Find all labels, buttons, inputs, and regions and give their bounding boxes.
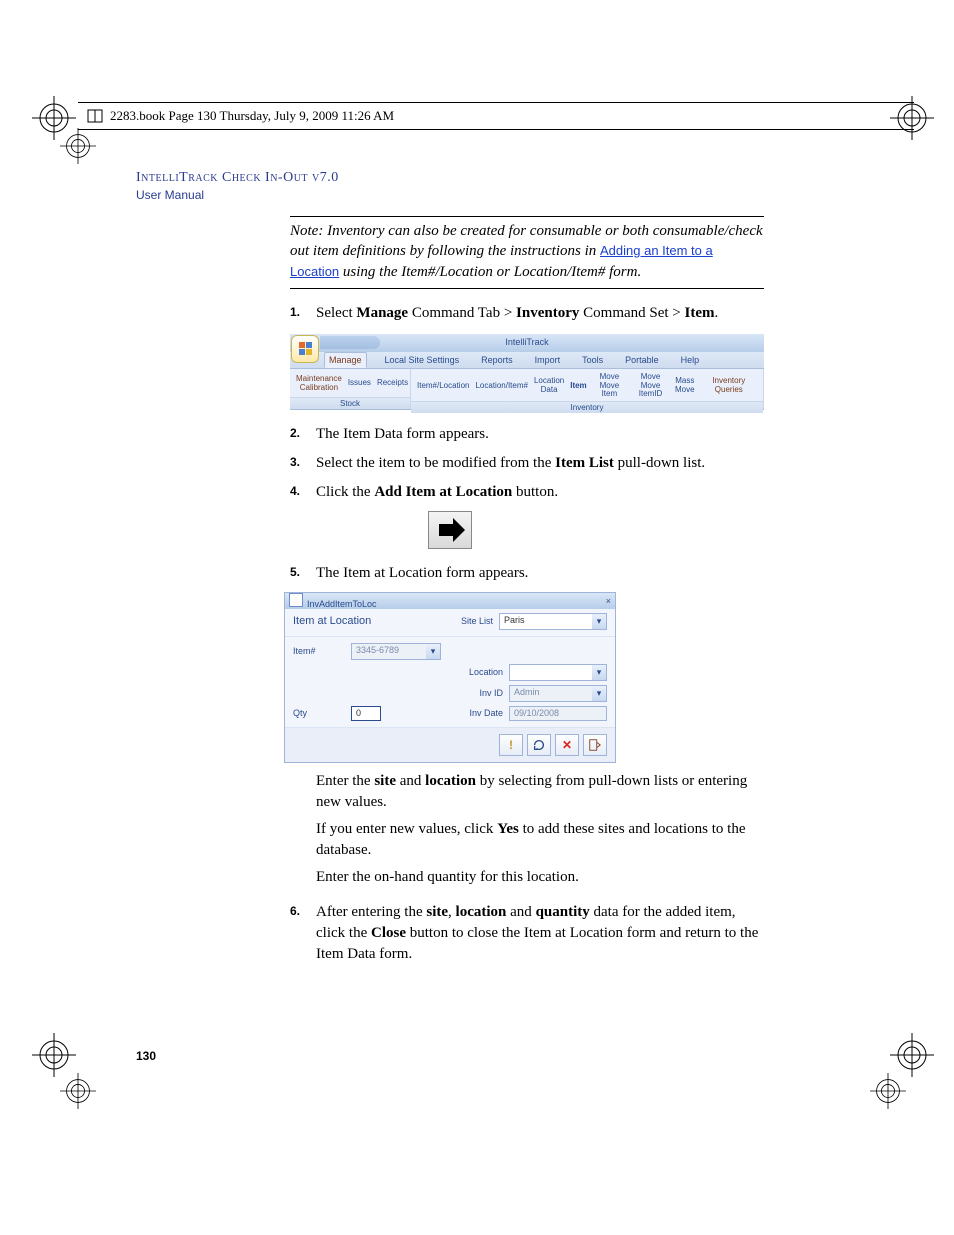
site-list-value: Paris xyxy=(500,614,592,629)
tab-local-site-settings[interactable]: Local Site Settings xyxy=(381,353,464,367)
step-number: 6. xyxy=(290,902,316,965)
note-block: Note: Inventory can also be created for … xyxy=(290,216,764,289)
inv-id-combo[interactable]: Admin ▾ xyxy=(509,685,607,702)
chevron-down-icon[interactable]: ▾ xyxy=(592,665,606,680)
step-3: 3. Select the item to be modified from t… xyxy=(290,453,764,474)
inv-id-label: Inv ID xyxy=(447,688,503,698)
tab-tools[interactable]: Tools xyxy=(578,353,607,367)
registration-mark-icon xyxy=(32,1033,76,1077)
ribbon-item-item[interactable]: Item xyxy=(570,380,586,391)
dialog-titlebar: InvAddItemToLoc × xyxy=(285,593,615,609)
step-5: 5. The Item at Location form appears. xyxy=(290,563,764,584)
ribbon-group-label: Inventory xyxy=(411,401,763,413)
crop-header: 2283.book Page 130 Thursday, July 9, 200… xyxy=(78,102,914,130)
step-4: 4. Click the Add Item at Location button… xyxy=(290,482,764,503)
running-head-subtitle: User Manual xyxy=(136,188,764,202)
ribbon-item[interactable]: Item#/Location xyxy=(417,380,469,391)
ribbon-item[interactable]: Move Move ItemID xyxy=(632,371,669,399)
inv-date-label: Inv Date xyxy=(447,708,503,718)
step-number: 3. xyxy=(290,453,316,474)
location-value xyxy=(510,665,592,680)
ribbon-item[interactable]: Location Data xyxy=(534,375,564,395)
item-combo[interactable]: 3345-6789 ▾ xyxy=(351,643,441,660)
registration-mark-icon xyxy=(870,1073,906,1109)
ribbon-item[interactable]: Inventory Queries xyxy=(701,375,757,395)
book-icon xyxy=(86,107,104,125)
step-number: 5. xyxy=(290,563,316,584)
ribbon-item[interactable]: Location/Item# xyxy=(475,380,527,391)
registration-mark-icon xyxy=(60,128,96,164)
close-icon[interactable]: × xyxy=(606,596,611,606)
location-label: Location xyxy=(447,667,503,677)
ribbon-item[interactable]: Maintenance Calibration xyxy=(296,373,342,393)
chevron-down-icon[interactable]: ▾ xyxy=(592,686,606,701)
ribbon-title: IntelliTrack xyxy=(290,337,764,347)
crop-header-text: 2283.book Page 130 Thursday, July 9, 200… xyxy=(110,108,394,124)
ribbon-item[interactable]: Issues xyxy=(348,377,371,388)
refresh-button[interactable] xyxy=(527,734,551,756)
page-number: 130 xyxy=(136,1049,156,1063)
step-number: 2. xyxy=(290,424,316,445)
step-6: 6. After entering the site, location and… xyxy=(290,902,764,965)
qty-input[interactable]: 0 xyxy=(351,706,381,721)
inv-date-input[interactable]: 09/10/2008 xyxy=(509,706,607,721)
dialog-window-title: InvAddItemToLoc xyxy=(307,599,377,609)
step-1: 1. Select Manage Command Tab > Inventory… xyxy=(290,303,764,324)
close-button[interactable] xyxy=(583,734,607,756)
sub-paragraph: Enter the on-hand quantity for this loca… xyxy=(316,867,764,888)
tab-import[interactable]: Import xyxy=(531,353,565,367)
item-label: Item# xyxy=(293,646,345,656)
add-item-at-location-button[interactable] xyxy=(428,511,472,549)
cancel-button[interactable]: ✕ xyxy=(555,734,579,756)
registration-mark-icon xyxy=(60,1073,96,1109)
alert-button[interactable]: ! xyxy=(499,734,523,756)
tab-help[interactable]: Help xyxy=(677,353,704,367)
ribbon-titlebar: IntelliTrack xyxy=(290,334,764,352)
tab-reports[interactable]: Reports xyxy=(477,353,517,367)
note-suffix: using the Item#/Location or Location/Ite… xyxy=(339,264,641,280)
office-button-icon[interactable] xyxy=(291,335,319,363)
location-combo[interactable]: ▾ xyxy=(509,664,607,681)
chevron-down-icon[interactable]: ▾ xyxy=(426,644,440,659)
window-icon xyxy=(289,593,303,607)
ribbon-screenshot: IntelliTrack Manage Local Site Settings … xyxy=(290,334,764,410)
step-number: 1. xyxy=(290,303,316,324)
ribbon-item[interactable]: Move Move Item xyxy=(593,371,626,399)
sub-paragraph: Enter the site and location by selecting… xyxy=(316,771,764,813)
running-head-title: IntelliTrack Check In-Out v7.0 xyxy=(136,170,764,186)
inv-id-value: Admin xyxy=(510,686,592,701)
chevron-down-icon[interactable]: ▾ xyxy=(592,614,606,629)
site-list-label: Site List xyxy=(433,616,499,626)
site-list-combo[interactable]: Paris ▾ xyxy=(499,613,607,630)
item-at-location-dialog: InvAddItemToLoc × Item at Location Site … xyxy=(284,592,616,763)
item-value: 3345-6789 xyxy=(352,644,426,659)
ribbon-item[interactable]: Mass Move xyxy=(675,375,695,395)
tab-manage[interactable]: Manage xyxy=(324,352,367,368)
step-number: 4. xyxy=(290,482,316,503)
ribbon-item[interactable]: Receipts xyxy=(377,377,408,388)
sub-paragraph: If you enter new values, click Yes to ad… xyxy=(316,819,764,861)
qty-label: Qty xyxy=(293,708,345,718)
ribbon-tabs: Manage Local Site Settings Reports Impor… xyxy=(290,352,764,369)
registration-mark-icon xyxy=(890,1033,934,1077)
dialog-title: Item at Location xyxy=(293,615,433,627)
tab-portable[interactable]: Portable xyxy=(621,353,663,367)
step-2: 2. The Item Data form appears. xyxy=(290,424,764,445)
ribbon-group-label: Stock xyxy=(290,397,410,409)
